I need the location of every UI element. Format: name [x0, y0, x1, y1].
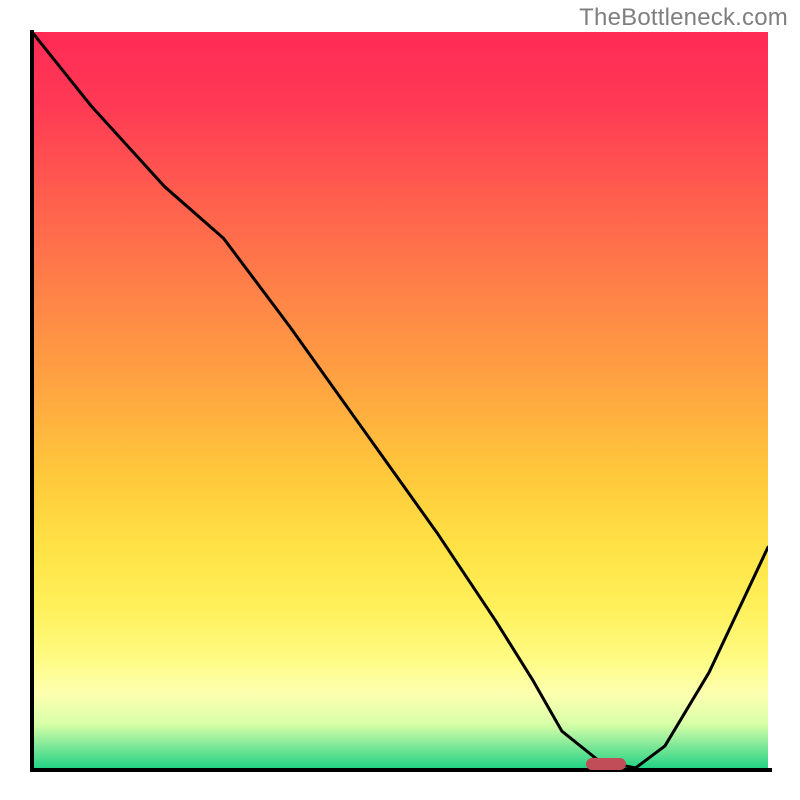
optimum-marker [586, 758, 626, 770]
attribution-text: TheBottleneck.com [579, 4, 788, 32]
bottleneck-chart: TheBottleneck.com [0, 0, 800, 800]
curve-layer [32, 32, 768, 768]
bottleneck-curve [32, 32, 768, 768]
x-axis [30, 768, 772, 772]
